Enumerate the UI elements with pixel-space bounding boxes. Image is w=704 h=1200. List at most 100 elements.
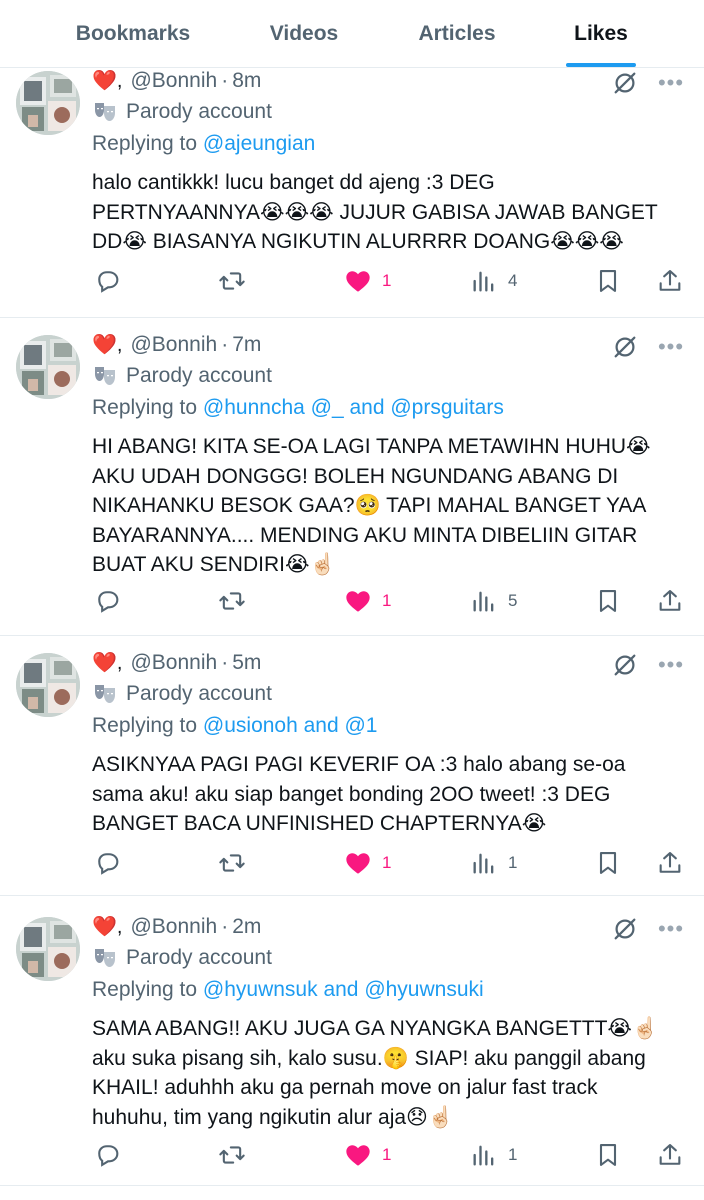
share-button[interactable] [656, 1138, 684, 1172]
reply-button[interactable] [94, 584, 122, 618]
replying-mentions[interactable]: @hunncha @_ and @prsguitars [203, 396, 504, 419]
share-icon [656, 849, 684, 877]
display-name[interactable]: ❤️, [92, 68, 122, 93]
tab-likes[interactable]: Likes [548, 0, 654, 68]
tweet-card[interactable]: ❤️, @Bonnih · 2m ••• Parody account Repl… [0, 896, 704, 1186]
reply-button[interactable] [94, 1138, 122, 1172]
parody-text: Parody account [126, 100, 272, 123]
grok-icon[interactable] [610, 650, 640, 680]
replying-prefix: Replying to [92, 978, 198, 1001]
tab-bookmarks[interactable]: Bookmarks [54, 0, 212, 68]
retweet-button[interactable] [218, 846, 246, 880]
more-options-icon[interactable]: ••• [656, 650, 686, 680]
like-button[interactable]: 1 [344, 264, 391, 298]
action-bar: 1 4 [0, 264, 704, 298]
replying-prefix: Replying to [92, 132, 198, 155]
views-button[interactable]: 1 [470, 846, 517, 880]
timestamp[interactable]: 5m [232, 651, 261, 675]
share-icon [656, 267, 684, 295]
handle[interactable]: @Bonnih [130, 69, 217, 93]
tweet-card[interactable]: ❤️, @Bonnih · 5m ••• Parody account Repl… [0, 636, 704, 896]
tweet-text-line: PERTNYAANNYA😭😭😭 JUJUR GABISA JAWAB BANGE… [92, 200, 658, 224]
display-name[interactable]: ❤️, [92, 650, 122, 675]
reply-icon [94, 849, 122, 877]
more-options-icon[interactable]: ••• [656, 914, 686, 944]
handle[interactable]: @Bonnih [130, 651, 217, 675]
more-options-icon[interactable]: ••• [656, 332, 686, 362]
like-button[interactable]: 1 [344, 846, 391, 880]
bookmark-icon [594, 849, 622, 877]
share-button[interactable] [656, 264, 684, 298]
like-count: 1 [382, 271, 392, 290]
tweet-header: ❤️, @Bonnih · 8m [92, 68, 261, 93]
avatar[interactable] [16, 917, 80, 981]
replying-to: Replying to @usionoh and @1 [92, 714, 378, 738]
views-button[interactable]: 5 [470, 584, 517, 618]
bookmark-button[interactable] [594, 846, 622, 880]
tweet-card[interactable]: ❤️, @Bonnih · 7m ••• Parody account Repl… [0, 318, 704, 636]
replying-mentions[interactable]: @hyuwnsuk and @hyuwnsuki [203, 978, 484, 1001]
handle[interactable]: @Bonnih [130, 333, 217, 357]
views-icon [470, 1141, 498, 1169]
tweet-text-line: aku suka pisang sih, kalo susu.🤫 SIAP! a… [92, 1046, 646, 1070]
like-button[interactable]: 1 [344, 1138, 391, 1172]
parody-label: Parody account [92, 364, 272, 388]
share-icon [656, 1141, 684, 1169]
timestamp[interactable]: 7m [232, 333, 261, 357]
tweet-card[interactable]: ❤️, @Bonnih · 8m ••• Parody account Repl… [0, 68, 704, 318]
tweet-text: HI ABANG! KITA SE-OA LAGI TANPA METAWIHN… [92, 432, 690, 580]
tweet-text-line: huhuhu, tim yang ngikutin alur aja😞☝🏻 [92, 1105, 455, 1129]
views-button[interactable]: 4 [470, 264, 517, 298]
separator-dot: · [221, 914, 229, 938]
bookmark-button[interactable] [594, 584, 622, 618]
avatar[interactable] [16, 653, 80, 717]
views-icon [470, 849, 498, 877]
parody-label: Parody account [92, 946, 272, 970]
share-button[interactable] [656, 846, 684, 880]
retweet-icon [218, 267, 246, 295]
retweet-icon [218, 849, 246, 877]
reply-button[interactable] [94, 846, 122, 880]
replying-to: Replying to @ajeungian [92, 132, 315, 156]
tweet-text: ASIKNYAA PAGI PAGI KEVERIF OA :3 halo ab… [92, 750, 690, 839]
timestamp[interactable]: 8m [232, 69, 261, 93]
tweet-header: ❤️, @Bonnih · 2m [92, 914, 261, 939]
tweet-text-line: BAYARANNYA.... MENDING AKU MINTA DIBELII… [92, 523, 638, 547]
more-options-icon[interactable]: ••• [656, 68, 686, 98]
parody-label: Parody account [92, 682, 272, 706]
tweet-text-line: halo cantikkk! lucu banget dd ajeng :3 D… [92, 171, 495, 194]
grok-icon[interactable] [610, 914, 640, 944]
tweet-text: SAMA ABANG!! AKU JUGA GA NYANGKA BANGETT… [92, 1014, 690, 1132]
tab-videos[interactable]: Videos [240, 0, 368, 68]
tab-articles[interactable]: Articles [394, 0, 520, 68]
retweet-button[interactable] [218, 584, 246, 618]
parody-mask-icon [92, 946, 118, 970]
parody-mask-icon [92, 100, 118, 124]
replying-mentions[interactable]: @ajeungian [203, 132, 315, 155]
retweet-icon [218, 587, 246, 615]
like-button[interactable]: 1 [344, 584, 391, 618]
view-count: 1 [508, 1145, 518, 1164]
replying-mentions[interactable]: @usionoh and @1 [203, 714, 378, 737]
handle[interactable]: @Bonnih [130, 915, 217, 939]
display-name[interactable]: ❤️, [92, 914, 122, 939]
tweet-text-line: ASIKNYAA PAGI PAGI KEVERIF OA :3 halo ab… [92, 753, 626, 776]
avatar[interactable] [16, 335, 80, 399]
bookmark-button[interactable] [594, 1138, 622, 1172]
timestamp[interactable]: 2m [232, 915, 261, 939]
tweet-text-line: HI ABANG! KITA SE-OA LAGI TANPA METAWIHN… [92, 435, 651, 458]
retweet-button[interactable] [218, 264, 246, 298]
retweet-button[interactable] [218, 1138, 246, 1172]
display-name[interactable]: ❤️, [92, 332, 122, 357]
grok-icon[interactable] [610, 332, 640, 362]
bookmark-button[interactable] [594, 264, 622, 298]
tweet-text-line: sama aku! aku siap banget bonding 2OO tw… [92, 782, 611, 806]
heart-icon [344, 1141, 372, 1169]
tweet-text-line: BANGET BACA UNFINISHED CHAPTERNYA😭 [92, 812, 547, 835]
tweet-text: halo cantikkk! lucu banget dd ajeng :3 D… [92, 168, 690, 257]
reply-button[interactable] [94, 264, 122, 298]
avatar[interactable] [16, 71, 80, 135]
share-button[interactable] [656, 584, 684, 618]
grok-icon[interactable] [610, 68, 640, 98]
views-button[interactable]: 1 [470, 1138, 517, 1172]
